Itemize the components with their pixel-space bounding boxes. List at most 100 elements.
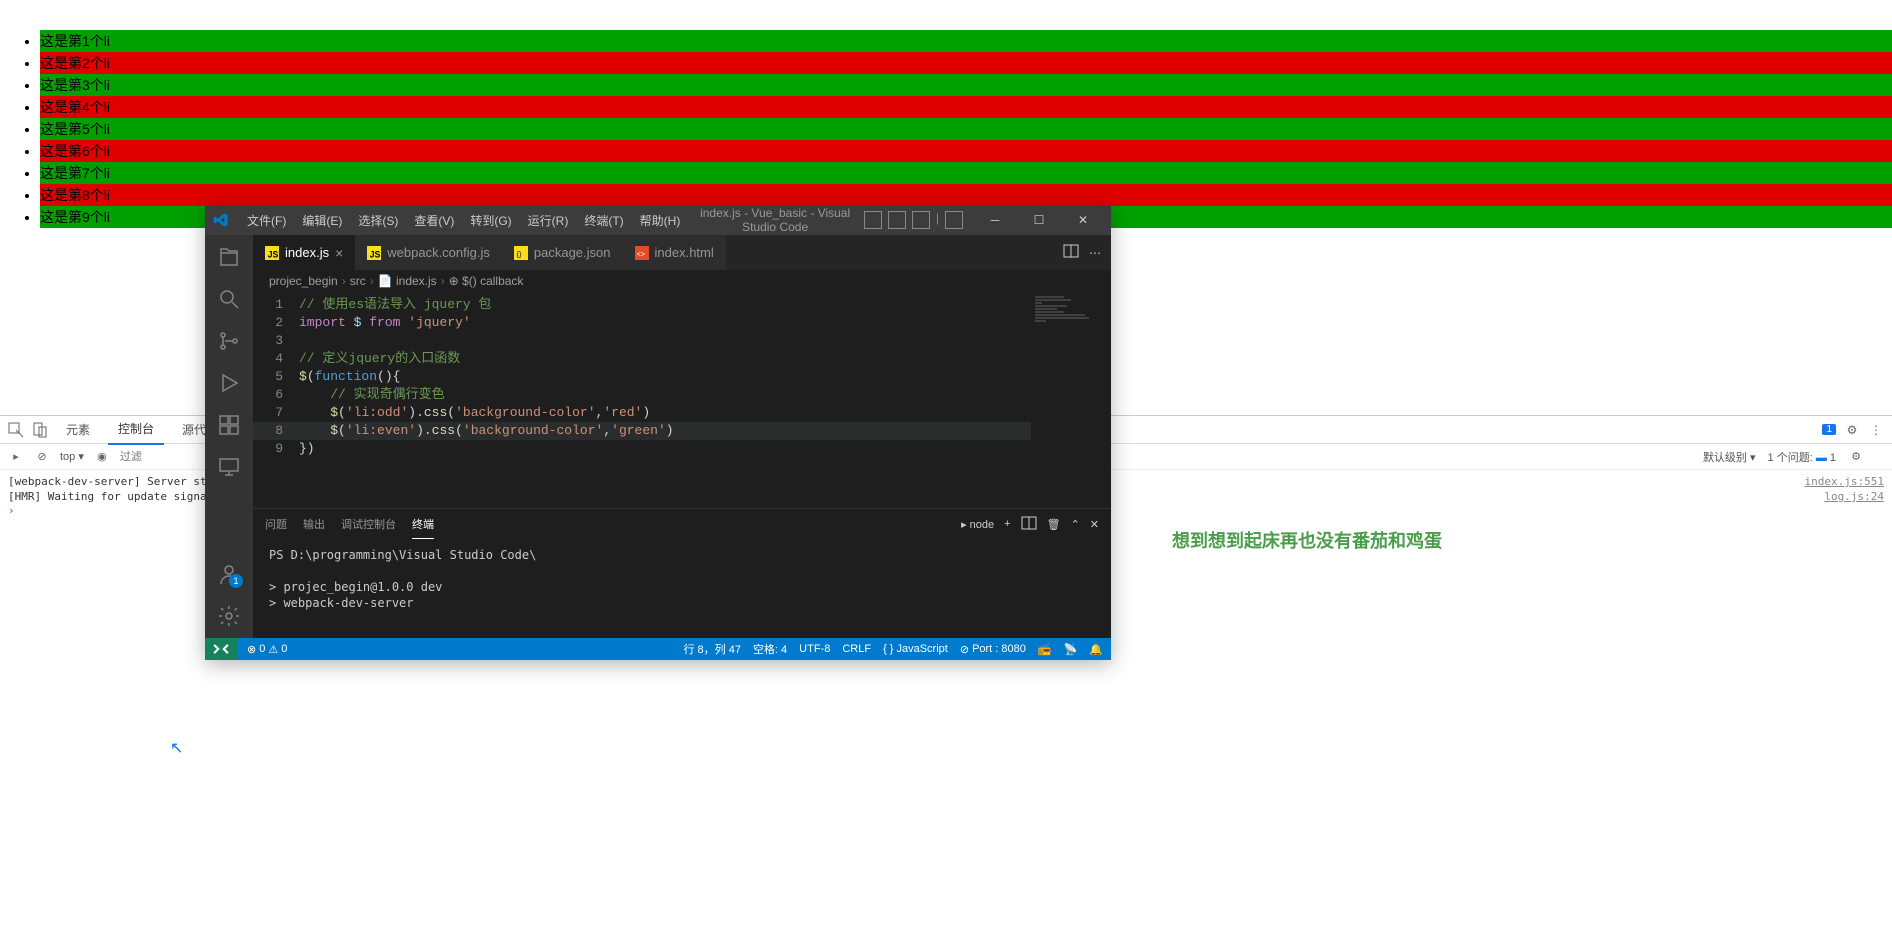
titlebar[interactable]: 文件(F)编辑(E)选择(S)查看(V)转到(G)运行(R)终端(T)帮助(H)… xyxy=(205,205,1111,235)
explorer-icon[interactable] xyxy=(217,245,241,269)
code-line[interactable]: 5$(function(){ xyxy=(253,368,1031,386)
activity-bar: 1 xyxy=(205,235,253,638)
account-icon[interactable]: 1 xyxy=(217,562,241,586)
bell-icon[interactable]: 🔔 xyxy=(1089,643,1103,656)
search-icon[interactable] xyxy=(217,287,241,311)
feedback-icon[interactable]: 📻 xyxy=(1038,643,1052,656)
port-status[interactable]: ⊘ Port : 8080 xyxy=(960,643,1026,656)
split-terminal-icon[interactable] xyxy=(1021,515,1037,534)
inspect-icon[interactable] xyxy=(8,422,24,438)
editor-tab[interactable]: {}package.json xyxy=(502,235,623,270)
svg-text:{}: {} xyxy=(517,251,522,258)
source-link[interactable]: index.js:551 xyxy=(1805,475,1884,488)
eol-selector[interactable]: CRLF xyxy=(842,643,871,655)
log-level-selector[interactable]: 默认级别 ▾ xyxy=(1703,449,1756,465)
terminal-panel: 问题输出调试控制台终端 ▸ node + 🗑 ⌃ ✕ PS D:\program… xyxy=(253,508,1111,638)
menu-item[interactable]: 编辑(E) xyxy=(296,210,348,231)
settings-icon[interactable] xyxy=(217,604,241,628)
code-line[interactable]: 8 $('li:even').css('background-color','g… xyxy=(253,422,1031,440)
list-item: 这是第6个li xyxy=(40,140,1892,162)
panel-tab[interactable]: 输出 xyxy=(303,510,325,538)
menu-bar: 文件(F)编辑(E)选择(S)查看(V)转到(G)运行(R)终端(T)帮助(H) xyxy=(241,210,686,231)
code-line[interactable]: 7 $('li:odd').css('background-color','re… xyxy=(253,404,1031,422)
editor-tab[interactable]: JSwebpack.config.js xyxy=(355,235,502,270)
extensions-icon[interactable] xyxy=(217,413,241,437)
more-icon[interactable]: ⋮ xyxy=(1868,422,1884,438)
trash-icon[interactable]: 🗑 xyxy=(1047,518,1061,531)
errors-button[interactable]: ⊗ 0 ⚠ 0 xyxy=(247,643,287,656)
breadcrumb-item[interactable]: ⊕ $() callback xyxy=(449,274,524,288)
close-icon[interactable]: × xyxy=(335,245,343,261)
menu-item[interactable]: 查看(V) xyxy=(408,210,460,231)
settings-icon[interactable]: ⚙ xyxy=(1844,422,1860,438)
code-line[interactable]: 3 xyxy=(253,332,1031,350)
code-line[interactable]: 1// 使用es语法导入 jquery 包 xyxy=(253,296,1031,314)
close-panel-icon[interactable]: ✕ xyxy=(1090,518,1099,531)
maximize-button[interactable]: ☐ xyxy=(1019,205,1059,235)
feedback-icon[interactable]: 📡 xyxy=(1064,643,1078,656)
cursor-position[interactable]: 行 8，列 47 xyxy=(683,641,740,657)
source-link[interactable]: log.js:24 xyxy=(1824,490,1884,503)
minimize-button[interactable]: ─ xyxy=(975,205,1015,235)
code-editor[interactable]: 1// 使用es语法导入 jquery 包2import $ from 'jqu… xyxy=(253,292,1031,508)
menu-item[interactable]: 终端(T) xyxy=(578,210,629,231)
panel-tab[interactable]: 终端 xyxy=(412,510,434,539)
vscode-logo-icon xyxy=(213,212,229,228)
layout-controls: | xyxy=(864,211,963,229)
run-debug-icon[interactable] xyxy=(217,371,241,395)
source-control-icon[interactable] xyxy=(217,329,241,353)
list-item: 这是第3个li xyxy=(40,74,1892,96)
settings-icon[interactable]: ⚙ xyxy=(1848,449,1864,465)
remote-button[interactable] xyxy=(205,638,237,660)
language-selector[interactable]: { } JavaScript xyxy=(883,643,948,655)
device-icon[interactable] xyxy=(32,422,48,438)
remote-icon[interactable] xyxy=(217,455,241,479)
list-item: 这是第5个li xyxy=(40,118,1892,140)
context-selector[interactable]: top ▾ xyxy=(60,450,84,463)
breadcrumb-item[interactable]: projec_begin xyxy=(269,274,338,288)
layout-icon[interactable] xyxy=(945,211,963,229)
menu-item[interactable]: 文件(F) xyxy=(241,210,292,231)
menu-item[interactable]: 运行(R) xyxy=(522,210,575,231)
split-icon[interactable] xyxy=(1063,243,1079,262)
close-button[interactable]: ✕ xyxy=(1063,205,1103,235)
code-line[interactable]: 2import $ from 'jquery' xyxy=(253,314,1031,332)
indent-selector[interactable]: 空格: 4 xyxy=(753,641,787,657)
layout-icon[interactable] xyxy=(864,211,882,229)
svg-text:JS: JS xyxy=(268,249,279,259)
more-icon[interactable]: ⋯ xyxy=(1089,246,1101,260)
code-line[interactable]: 4// 定义jquery的入口函数 xyxy=(253,350,1031,368)
menu-item[interactable]: 选择(S) xyxy=(352,210,404,231)
error-badge[interactable]: 1 xyxy=(1822,424,1836,435)
new-terminal-icon[interactable]: + xyxy=(1004,518,1010,530)
breadcrumb-item[interactable]: 📄 index.js xyxy=(378,274,437,288)
issues-link[interactable]: 1 个问题: ▬ 1 xyxy=(1768,449,1836,465)
menu-item[interactable]: 转到(G) xyxy=(464,210,517,231)
layout-icon[interactable] xyxy=(888,211,906,229)
editor-tab[interactable]: <>index.html xyxy=(623,235,726,270)
list-item: 这是第8个li xyxy=(40,184,1892,206)
eye-icon[interactable]: ◉ xyxy=(94,449,110,465)
layout-icon[interactable] xyxy=(912,211,930,229)
clear-icon[interactable]: ⊘ xyxy=(34,449,50,465)
terminal-line xyxy=(269,563,1095,579)
terminal-output[interactable]: PS D:\programming\Visual Studio Code\ > … xyxy=(253,539,1111,638)
tab-label: webpack.config.js xyxy=(387,245,490,260)
chevron-up-icon[interactable]: ⌃ xyxy=(1071,518,1080,531)
minimap[interactable] xyxy=(1031,292,1111,508)
tab-console[interactable]: 控制台 xyxy=(108,414,164,445)
breadcrumb-item[interactable]: src xyxy=(350,274,366,288)
list-item: 这是第4个li xyxy=(40,96,1892,118)
code-line[interactable]: 6 // 实现奇偶行变色 xyxy=(253,386,1031,404)
tab-elements[interactable]: 元素 xyxy=(56,415,100,444)
panel-tabs: 问题输出调试控制台终端 ▸ node + 🗑 ⌃ ✕ xyxy=(253,509,1111,539)
code-line[interactable]: 9}) xyxy=(253,440,1031,458)
menu-item[interactable]: 帮助(H) xyxy=(634,210,687,231)
play-icon[interactable]: ▸ xyxy=(8,449,24,465)
json-icon: {} xyxy=(514,246,528,260)
panel-tab[interactable]: 调试控制台 xyxy=(341,510,396,538)
encoding-selector[interactable]: UTF-8 xyxy=(799,643,830,655)
panel-tab[interactable]: 问题 xyxy=(265,510,287,538)
editor-tab[interactable]: JSindex.js× xyxy=(253,235,355,270)
terminal-selector[interactable]: ▸ node xyxy=(961,518,994,531)
